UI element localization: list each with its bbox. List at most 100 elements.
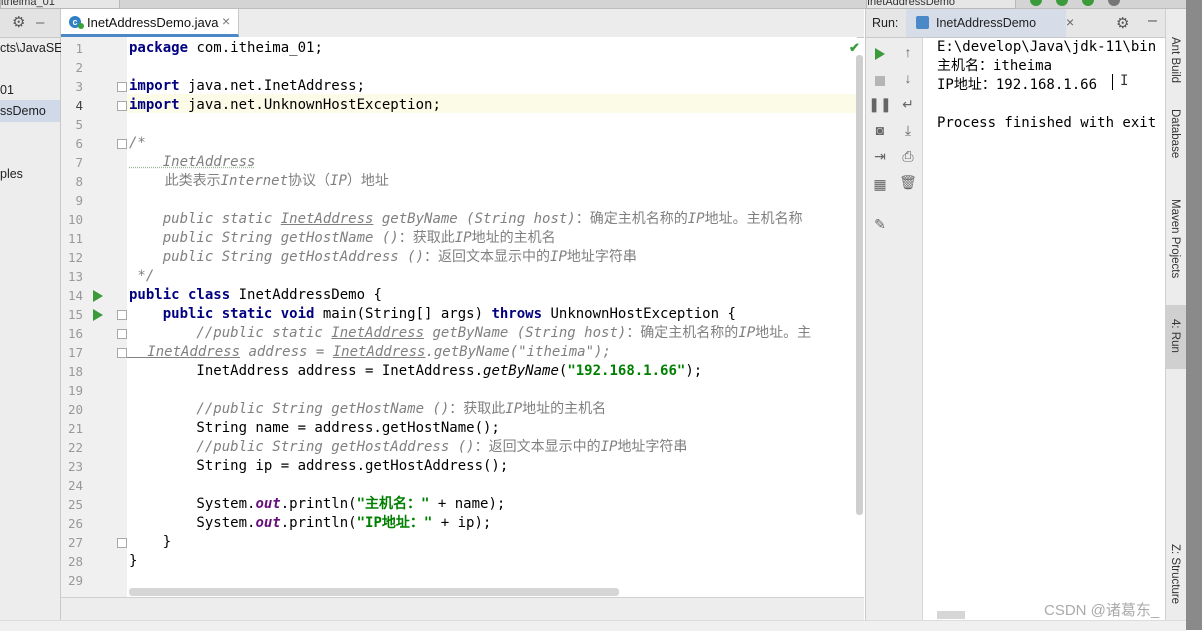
print-icon[interactable]: ⎙ xyxy=(894,148,922,165)
editor-tab-inetaddressdemo[interactable]: c InetAddressDemo.java × xyxy=(61,9,239,37)
top-tab-project[interactable]: itheima_01 xyxy=(0,0,120,9)
pause-icon[interactable]: ❚❚ xyxy=(866,96,894,113)
run-side-tab[interactable]: 4: Run xyxy=(1169,319,1181,353)
code-line-15: public static void main(String[] args) t… xyxy=(129,306,736,322)
code-line-21: String name = address.getHostName(); xyxy=(129,420,500,436)
up-arrow-icon[interactable]: ↑ xyxy=(894,44,922,60)
console-line: E:\develop\Java\jdk-11\bin xyxy=(937,39,1157,55)
fold-comment-icon[interactable] xyxy=(117,139,127,149)
code-line-7: InetAddress xyxy=(129,154,256,170)
line-number: 1 xyxy=(75,41,83,56)
code-line-17: // InetAddress address = InetAddress.get… xyxy=(147,344,611,360)
scroll-to-end-icon[interactable]: ⤓ xyxy=(894,122,922,139)
top-tab-config-label: InetAddressDemo xyxy=(867,0,956,8)
close-icon[interactable]: × xyxy=(1066,14,1074,30)
code-line-27: } xyxy=(129,534,172,550)
line-number: 6 xyxy=(75,136,83,151)
code-line-12: public String getHostAddress ()：返回文本显示中的… xyxy=(129,249,637,265)
line-number: 2 xyxy=(75,60,83,75)
pin-icon[interactable]: ✎ xyxy=(866,216,894,233)
line-number: 28 xyxy=(67,554,83,569)
line-number: 17 xyxy=(67,345,83,360)
restore-layout-icon[interactable]: ⇥ xyxy=(866,148,894,165)
rerun-icon[interactable] xyxy=(875,48,885,60)
database-tab[interactable]: Database xyxy=(1169,109,1181,158)
run-tab-inetaddressdemo[interactable]: InetAddressDemo xyxy=(906,9,1066,37)
editor-gutter: 1 2 3 4 5 6 7 8 9 10 11 12 13 14 15 16 17 18 19 20 21 22 23 24 2… xyxy=(61,37,128,597)
run-tool-window: Run: InetAddressDemo × ⚙ – ❚❚ ◙ ⇥ ▦ ✎ ↑ … xyxy=(865,9,1166,630)
line-number: 25 xyxy=(67,497,83,512)
code-editor[interactable]: package com.itheima_01; import java.net.… xyxy=(127,37,857,597)
editor-tab-label: InetAddressDemo.java xyxy=(87,15,219,30)
fold-end-icon[interactable] xyxy=(117,101,127,111)
window-edge xyxy=(1186,0,1202,630)
minimize-icon[interactable]: – xyxy=(36,14,44,31)
close-icon[interactable]: × xyxy=(222,13,230,29)
console-line: Process finished with exit xyxy=(937,115,1157,131)
code-line-8: 此类表示Internet协议（IP）地址 xyxy=(129,173,389,189)
watermark: CSDN @诸葛东_ xyxy=(1044,602,1160,619)
console-line: IP地址：192.168.1.66 xyxy=(937,77,1098,93)
line-number: 4 xyxy=(75,98,83,113)
line-number: 27 xyxy=(67,535,83,550)
ant-build-tab[interactable]: Ant Build xyxy=(1169,37,1181,83)
project-panel: ⚙ – cts\JavaSE 01 ssDemo ples xyxy=(0,9,63,630)
line-number: 29 xyxy=(67,573,83,588)
line-number: 13 xyxy=(67,269,83,284)
run-label: Run: xyxy=(872,16,899,30)
run-config-icon xyxy=(916,16,929,29)
window-top-strip xyxy=(0,0,1202,9)
structure-tab[interactable]: Z: Structure xyxy=(1169,544,1181,604)
editor-tab-bar: c InetAddressDemo.java × xyxy=(61,9,864,38)
soft-wrap-icon[interactable]: ↵ xyxy=(894,96,922,113)
top-tab-config[interactable]: InetAddressDemo xyxy=(866,0,1016,9)
project-item-libraries[interactable]: ples xyxy=(0,167,23,181)
text-caret xyxy=(1112,74,1113,90)
text-cursor-icon: I xyxy=(1120,73,1129,89)
line-number: 21 xyxy=(67,421,83,436)
fold-method-icon[interactable] xyxy=(117,310,127,320)
line-number: 14 xyxy=(67,288,83,303)
run-tab-label: InetAddressDemo xyxy=(936,16,1037,30)
fold-comment-icon[interactable] xyxy=(117,329,127,339)
line-number: 11 xyxy=(67,231,83,246)
runnable-badge-icon xyxy=(78,23,84,29)
line-number: 24 xyxy=(67,478,83,493)
trash-icon[interactable]: 🗑 xyxy=(894,174,922,191)
project-item-class[interactable]: ssDemo xyxy=(0,104,46,118)
bottom-strip xyxy=(0,620,1186,631)
maven-projects-tab[interactable]: Maven Projects xyxy=(1169,199,1181,278)
project-item-package[interactable]: 01 xyxy=(0,83,14,97)
fold-method-end-icon[interactable] xyxy=(117,538,127,548)
code-line-25: System.out.println("主机名：" + name); xyxy=(129,496,506,512)
code-line-14: public class InetAddressDemo { xyxy=(129,287,382,303)
code-line-16: //public static InetAddress getByName (S… xyxy=(129,325,812,341)
minimize-icon[interactable]: – xyxy=(1148,12,1157,30)
run-class-icon[interactable] xyxy=(93,290,103,302)
console-line: 主机名：itheima xyxy=(937,58,1053,74)
console-horizontal-scrollbar[interactable] xyxy=(937,611,965,619)
console-output[interactable]: E:\develop\Java\jdk-11\bin 主机名：itheima I… xyxy=(923,38,1166,630)
run-toolbar-secondary: ↑ ↓ ↵ ⤓ ⎙ 🗑 xyxy=(894,38,923,630)
right-tool-stripe: Ant Build Database Maven Projects 4: Run… xyxy=(1165,9,1186,630)
project-item-path[interactable]: cts\JavaSE xyxy=(0,41,63,55)
fold-comment-end-icon[interactable] xyxy=(117,348,127,358)
layout-icon[interactable]: ▦ xyxy=(866,176,894,193)
inspection-ok-icon[interactable]: ✔ xyxy=(849,40,860,56)
line-number: 7 xyxy=(75,155,83,170)
fold-imports-icon[interactable] xyxy=(117,82,127,92)
gear-icon[interactable]: ⚙ xyxy=(12,13,25,31)
code-line-28: } xyxy=(129,553,138,569)
editor-horizontal-scrollbar[interactable] xyxy=(129,588,619,596)
code-line-26: System.out.println("IP地址：" + ip); xyxy=(129,515,492,531)
run-main-icon[interactable] xyxy=(93,309,103,321)
gear-icon[interactable]: ⚙ xyxy=(1116,14,1129,32)
line-number: 20 xyxy=(67,402,83,417)
dump-threads-icon[interactable]: ◙ xyxy=(866,122,894,138)
code-line-13: */ xyxy=(129,268,155,284)
down-arrow-icon[interactable]: ↓ xyxy=(894,70,922,86)
editor-vertical-scrollbar[interactable] xyxy=(856,55,863,515)
stop-icon[interactable] xyxy=(875,76,885,86)
code-line-20: //public String getHostName ()：获取此IP地址的主… xyxy=(129,401,607,417)
line-number: 19 xyxy=(67,383,83,398)
